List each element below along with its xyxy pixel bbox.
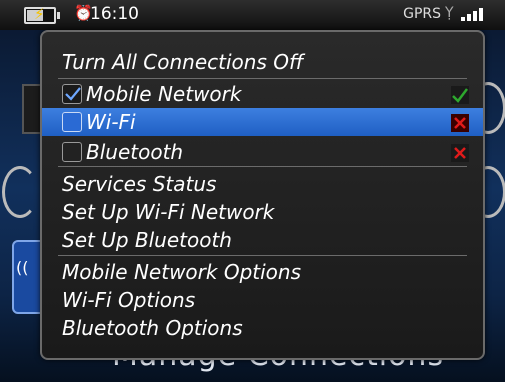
menu-separator	[58, 78, 467, 79]
menu-item-bluetooth-options[interactable]: Bluetooth Options	[42, 314, 483, 342]
menu-item-label: Mobile Network	[86, 82, 242, 106]
background-icon	[2, 166, 38, 218]
menu-item-services-status[interactable]: Services Status	[42, 170, 483, 198]
menu-item-label: Mobile Network Options	[62, 260, 301, 284]
background-wifi-icon: ((	[16, 258, 29, 277]
menu-separator	[58, 166, 467, 167]
menu-item-label: Turn All Connections Off	[62, 50, 304, 74]
menu-item-setup-bluetooth[interactable]: Set Up Bluetooth	[42, 226, 483, 254]
battery-charging-icon: ⚡	[24, 6, 60, 24]
bluetooth-checkbox[interactable]	[62, 142, 82, 162]
network-type: GPRS	[403, 6, 441, 22]
menu-item-label: Bluetooth	[86, 140, 184, 164]
menu-item-turn-all-off[interactable]: Turn All Connections Off	[42, 48, 483, 76]
menu-item-bluetooth[interactable]: Bluetooth	[42, 138, 483, 166]
close-icon	[451, 144, 469, 162]
signal-strength-icon: Ỵ	[445, 5, 495, 23]
menu-item-mobile-network-options[interactable]: Mobile Network Options	[42, 258, 483, 286]
menu-item-label: Set Up Bluetooth	[62, 228, 232, 252]
menu-item-mobile-network[interactable]: Mobile Network	[42, 80, 483, 108]
connections-menu: Turn All Connections Off Mobile Network …	[40, 30, 485, 360]
menu-item-wifi[interactable]: Wi-Fi	[42, 108, 483, 136]
wifi-checkbox[interactable]	[62, 112, 82, 132]
menu-item-setup-wifi[interactable]: Set Up Wi-Fi Network	[42, 198, 483, 226]
mobile-network-checkbox[interactable]	[62, 84, 82, 104]
clock-time: 16:10	[90, 4, 139, 24]
menu-item-label: Wi-Fi	[86, 110, 136, 134]
menu-item-wifi-options[interactable]: Wi-Fi Options	[42, 286, 483, 314]
checkmark-icon	[451, 86, 469, 104]
close-icon	[451, 114, 469, 132]
menu-item-label: Wi-Fi Options	[62, 288, 196, 312]
menu-item-label: Set Up Wi-Fi Network	[62, 200, 275, 224]
menu-separator	[58, 255, 467, 256]
menu-item-label: Services Status	[62, 172, 217, 196]
menu-item-label: Bluetooth Options	[62, 316, 243, 340]
status-bar: ⚡ ⏰ 16:10 GPRS Ỵ	[0, 0, 505, 30]
